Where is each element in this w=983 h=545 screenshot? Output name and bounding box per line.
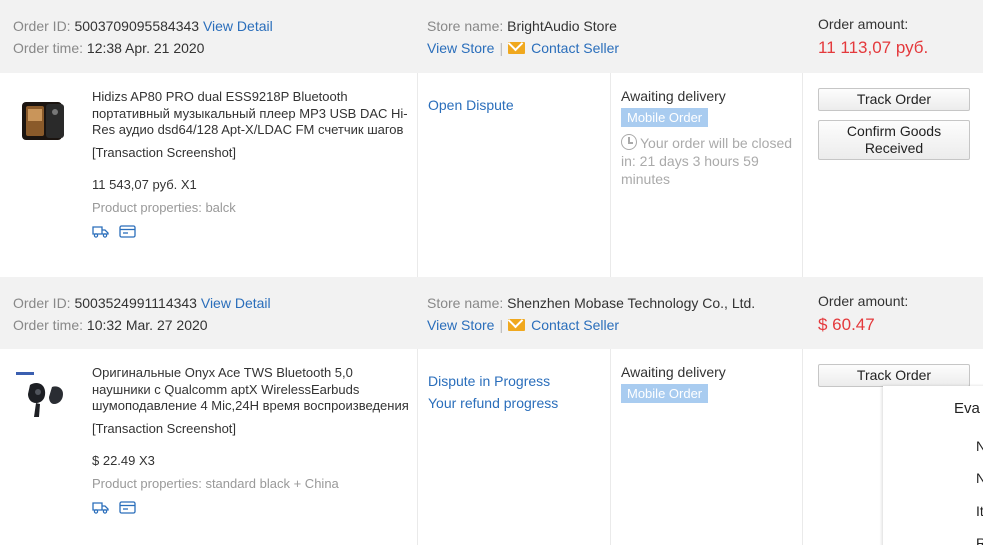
view-detail-link[interactable]: View Detail xyxy=(201,295,271,311)
column-divider xyxy=(417,73,418,277)
order-actions: Track Order xyxy=(818,364,970,387)
popup-line: N xyxy=(976,438,983,454)
order-actions: Track Order Confirm Goods Received xyxy=(818,88,970,160)
popup-line: N xyxy=(976,470,983,486)
popup-line: R xyxy=(976,535,983,545)
product-actions xyxy=(92,224,410,238)
dispute-actions: Dispute in Progress Your refund progress xyxy=(428,370,558,414)
mobile-order-badge: Mobile Order xyxy=(621,108,709,127)
order-meta: Order ID: 5003709095584343 View Detail O… xyxy=(13,15,273,59)
order-id-label: Order ID: xyxy=(13,18,71,34)
shipping-truck-icon[interactable] xyxy=(92,500,109,514)
contact-seller-label: Contact Seller xyxy=(531,40,620,56)
dispute-actions: Open Dispute xyxy=(428,94,514,116)
mail-icon xyxy=(508,319,526,331)
order-time-label: Order time: xyxy=(13,317,84,333)
popup-line: It xyxy=(976,503,983,519)
order-card: Order ID: 5003524991114343 View Detail O… xyxy=(0,277,983,545)
contact-seller-link[interactable]: Contact Seller xyxy=(508,317,619,333)
order-amount-label: Order amount: xyxy=(818,16,909,32)
store-name-label: Store name: xyxy=(427,295,504,311)
order-card: Order ID: 5003709095584343 View Detail O… xyxy=(0,0,983,277)
popup-title: Eva xyxy=(954,400,980,417)
order-amount-value: $ 60.47 xyxy=(818,315,875,334)
store-info: Store name: Shenzhen Mobase Technology C… xyxy=(427,292,755,336)
clock-icon xyxy=(621,134,637,150)
product-properties: Product properties: balck xyxy=(92,199,236,215)
price-quantity: $ 22.49 X3 xyxy=(92,452,155,468)
order-id: 5003709095584343 xyxy=(74,18,200,34)
order-header: Order ID: 5003524991114343 View Detail O… xyxy=(0,277,983,349)
order-time: 12:38 Apr. 21 2020 xyxy=(86,40,205,56)
price-quantity: 11 543,07 руб. X1 xyxy=(92,176,197,192)
order-id-label: Order ID: xyxy=(13,295,71,311)
product-thumbnail[interactable] xyxy=(16,371,74,423)
order-body: Оригинальные Onyx Ace TWS Bluetooth 5,0 … xyxy=(0,349,983,545)
order-body: Hidizs AP80 PRO dual ESS9218P Bluetooth … xyxy=(0,73,983,277)
view-detail-link[interactable]: View Detail xyxy=(203,18,273,34)
status-text: Awaiting delivery xyxy=(621,364,726,380)
order-id: 5003524991114343 xyxy=(74,295,197,311)
product-properties: Product properties: standard black + Chi… xyxy=(92,475,339,491)
product-info: Оригинальные Onyx Ace TWS Bluetooth 5,0 … xyxy=(92,365,410,514)
confirm-goods-received-button[interactable]: Confirm Goods Received xyxy=(818,120,970,160)
separator: | xyxy=(499,40,504,56)
product-thumbnail[interactable] xyxy=(16,95,74,147)
contact-seller-label: Contact Seller xyxy=(531,317,620,333)
shipping-truck-icon[interactable] xyxy=(92,224,109,238)
store-name: Shenzhen Mobase Technology Co., Ltd. xyxy=(507,295,756,311)
column-divider xyxy=(610,349,611,545)
column-divider xyxy=(802,73,803,277)
column-divider xyxy=(417,349,418,545)
card-payment-icon[interactable] xyxy=(119,500,136,514)
order-amount: Order amount: $ 60.47 xyxy=(818,290,908,336)
dispute-in-progress-link[interactable]: Dispute in Progress xyxy=(428,370,558,392)
order-header: Order ID: 5003709095584343 View Detail O… xyxy=(0,0,983,73)
view-store-link[interactable]: View Store xyxy=(427,317,494,333)
column-divider xyxy=(802,349,803,545)
track-order-button[interactable]: Track Order xyxy=(818,364,970,387)
separator: | xyxy=(499,317,504,333)
order-status: Awaiting delivery Mobile Order xyxy=(621,364,796,403)
order-time-label: Order time: xyxy=(13,40,84,56)
track-order-button[interactable]: Track Order xyxy=(818,88,970,111)
closing-countdown: Your order will be closed in: 21 days 3 … xyxy=(621,134,796,188)
mobile-order-badge: Mobile Order xyxy=(621,384,709,403)
refund-progress-link[interactable]: Your refund progress xyxy=(428,392,558,414)
product-info: Hidizs AP80 PRO dual ESS9218P Bluetooth … xyxy=(92,89,410,238)
status-text: Awaiting delivery xyxy=(621,88,726,104)
order-time: 10:32 Mar. 27 2020 xyxy=(86,317,208,333)
view-store-link[interactable]: View Store xyxy=(427,40,494,56)
order-amount-label: Order amount: xyxy=(818,293,909,309)
card-payment-icon[interactable] xyxy=(119,224,136,238)
open-dispute-link[interactable]: Open Dispute xyxy=(428,94,514,116)
product-title[interactable]: Оригинальные Onyx Ace TWS Bluetooth 5,0 … xyxy=(92,365,410,415)
order-meta: Order ID: 5003524991114343 View Detail O… xyxy=(13,292,271,336)
product-title[interactable]: Hidizs AP80 PRO dual ESS9218P Bluetooth … xyxy=(92,89,410,139)
column-divider xyxy=(610,73,611,277)
side-popup-panel: Eva N N It R xyxy=(883,386,983,545)
closing-note: Your order will be closed in: 21 days 3 … xyxy=(621,135,793,187)
store-name-label: Store name: xyxy=(427,18,504,34)
order-amount: Order amount: 11 113,07 руб. xyxy=(818,13,928,59)
transaction-screenshot-link[interactable]: [Transaction Screenshot] xyxy=(92,421,410,436)
order-amount-value: 11 113,07 руб. xyxy=(818,38,929,57)
transaction-screenshot-link[interactable]: [Transaction Screenshot] xyxy=(92,145,410,160)
mail-icon xyxy=(508,42,526,54)
order-status: Awaiting delivery Mobile Order Your orde… xyxy=(621,88,796,188)
contact-seller-link[interactable]: Contact Seller xyxy=(508,40,619,56)
store-name: BrightAudio Store xyxy=(507,18,617,34)
product-actions xyxy=(92,500,410,514)
store-info: Store name: BrightAudio Store View Store… xyxy=(427,15,619,59)
